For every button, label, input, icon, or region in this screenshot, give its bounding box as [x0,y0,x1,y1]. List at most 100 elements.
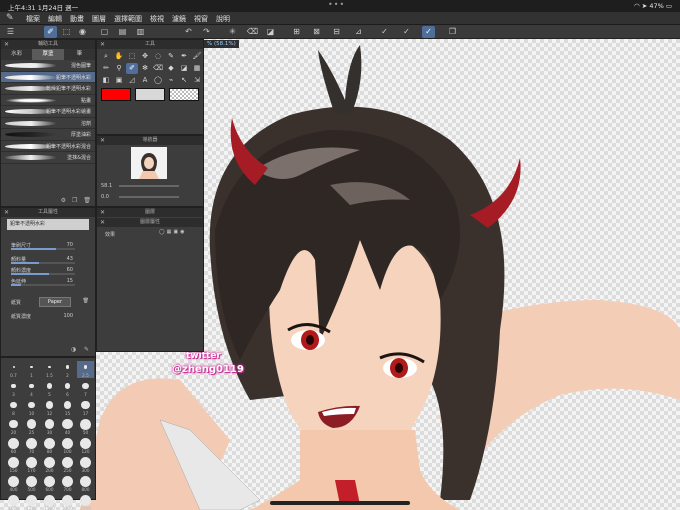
brush-size-option[interactable]: 170 [23,456,40,473]
select-icon[interactable]: ⬚ [126,51,138,62]
brush-size-option[interactable]: 2 [59,361,76,378]
brush-item[interactable]: 塗抹&混合 [1,152,95,164]
clip-studio-app-icon[interactable]: ✎ [6,13,20,24]
brush-size-option[interactable]: 500 [23,475,40,492]
canvas-tab[interactable]: % (58.1%) [204,40,239,48]
brush-size-option[interactable]: 1700 [59,494,76,510]
lasso-icon[interactable]: ◌ [152,51,164,62]
brush-size-option[interactable]: 70 [23,437,40,454]
brush-size-option[interactable]: 200 [41,456,58,473]
close-icon[interactable]: ✕ [100,208,105,217]
hand-icon[interactable]: ✋ [113,51,125,62]
brush-size-option[interactable]: 1200 [23,494,40,510]
brush-size-option[interactable]: 100 [59,437,76,454]
settings-icon[interactable]: ⚙ [61,197,66,204]
brush-size-option[interactable]: 2000 [77,494,94,510]
brush-size-option[interactable]: 80 [41,437,58,454]
brush-size-option[interactable]: 3 [5,380,22,397]
menu-layer[interactable]: 圖層 [92,14,106,24]
brush-size-option[interactable]: 7 [77,380,94,397]
pen-mode-icon[interactable]: ✐ [44,26,57,38]
brush-size-option[interactable]: 30 [41,418,58,435]
menu-selection[interactable]: 選擇範圍 [114,14,142,24]
trash-icon[interactable]: 🗑 [83,197,91,204]
ruler-icon[interactable]: ⊿ [352,26,365,38]
camera-icon[interactable]: ◉ [76,26,89,38]
main-color-swatch[interactable] [101,88,131,101]
copy-layer-icon[interactable]: ❐ [446,26,459,38]
operation-icon[interactable]: ↖ [178,75,190,86]
correct-line-icon[interactable]: ⌁ [165,75,177,86]
zoom-slider[interactable] [119,185,179,187]
brush-size-option[interactable]: 8 [5,399,22,416]
menu-file[interactable]: 檔案 [26,14,40,24]
new-file-icon[interactable]: ▢ [98,26,111,38]
close-icon[interactable]: ✕ [4,208,9,217]
brush-check-icon[interactable]: ✓ [400,26,413,38]
paint-brush-icon[interactable]: ✐ [126,63,138,74]
transform-icon[interactable]: ✳ [226,26,239,38]
brush-item[interactable]: 鉛筆不透明水彩 [1,71,95,83]
invert-selection-icon[interactable]: ⊟ [330,26,343,38]
balloon-icon[interactable]: ◯ [152,75,164,86]
brush-size-option[interactable]: 15 [59,399,76,416]
copy-icon[interactable]: ❐ [72,197,77,204]
close-icon[interactable]: ✕ [100,218,105,227]
brush-size-option[interactable]: 0.7 [5,361,22,378]
brush-size-option[interactable]: 400 [5,475,22,492]
menu-view[interactable]: 檢視 [150,14,164,24]
brush-size-option[interactable]: 4 [23,380,40,397]
menu-help[interactable]: 說明 [216,14,230,24]
clear-icon[interactable]: ⌫ [246,26,259,38]
brush-size-option[interactable]: 40 [59,418,76,435]
brush-item[interactable]: 溶劑 [1,118,95,129]
border-effect-icon[interactable]: ◯ [159,229,165,235]
save-icon[interactable]: ▥ [134,26,147,38]
tab-watercolor[interactable]: 水彩 [1,49,32,60]
zoom-value[interactable]: 58.1 [101,183,112,189]
brush-size-option[interactable]: 1.5 [41,361,58,378]
prop-paper-density[interactable]: 紙質濃度 100 [1,311,95,322]
brush-icon[interactable]: 🖌 [191,51,203,62]
brush-size-option[interactable]: 300 [77,456,94,473]
tab-pen[interactable]: 筆 [64,49,95,60]
selection-grid-icon[interactable]: ⊞ [290,26,303,38]
redo-icon[interactable]: ↷ [200,26,213,38]
close-icon[interactable]: ✕ [100,136,105,145]
wrench-icon[interactable]: ✎ [84,346,89,353]
brush-item[interactable]: 鉛筆不透明水彩繪畫 [1,106,95,118]
expression-color-icon[interactable]: ◉ [180,229,184,235]
close-icon[interactable]: ✕ [100,40,105,49]
sub-color-swatch[interactable] [135,88,165,101]
home-indicator[interactable] [270,501,410,505]
color-effect-icon[interactable]: ▣ [173,229,178,235]
brush-size-option[interactable]: 1500 [41,494,58,510]
eyedropper-icon[interactable]: ✎ [165,51,177,62]
brush-size-option[interactable]: 12 [41,399,58,416]
menu-edit[interactable]: 編輯 [48,14,62,24]
brush-size-option[interactable]: 60 [5,437,22,454]
close-icon[interactable]: ✕ [4,40,9,49]
brush-size-option[interactable]: 6 [59,380,76,397]
pen-icon[interactable]: ✒ [178,51,190,62]
text-icon[interactable]: A [139,75,151,86]
brush-size-option[interactable]: 50 [77,418,94,435]
reset-icon[interactable]: ◑ [71,346,76,353]
pen-pressure-icon[interactable]: ✓ [422,26,435,38]
menu-animation[interactable]: 動畫 [70,14,84,24]
angle-value[interactable]: 0.0 [101,194,109,200]
menu-filter[interactable]: 濾鏡 [172,14,186,24]
navigator-preview[interactable] [131,147,167,179]
brush-item[interactable]: 混色圓筆 [1,60,95,72]
tone-effect-icon[interactable]: ▦ [167,229,172,235]
open-file-icon[interactable]: ▤ [116,26,129,38]
decoration-icon[interactable]: ✻ [139,63,151,74]
multitask-dots[interactable]: ••• [328,0,345,9]
edit-check-icon[interactable]: ✓ [378,26,391,38]
fill-icon[interactable]: ◪ [264,26,277,38]
fill-icon[interactable]: ◪ [178,63,190,74]
menu-window[interactable]: 視窗 [194,14,208,24]
layer-move-icon[interactable]: ⇲ [191,75,203,86]
prop-paint-amount[interactable]: 顏料量 43 [1,254,95,265]
brush-size-option[interactable]: 17 [77,399,94,416]
